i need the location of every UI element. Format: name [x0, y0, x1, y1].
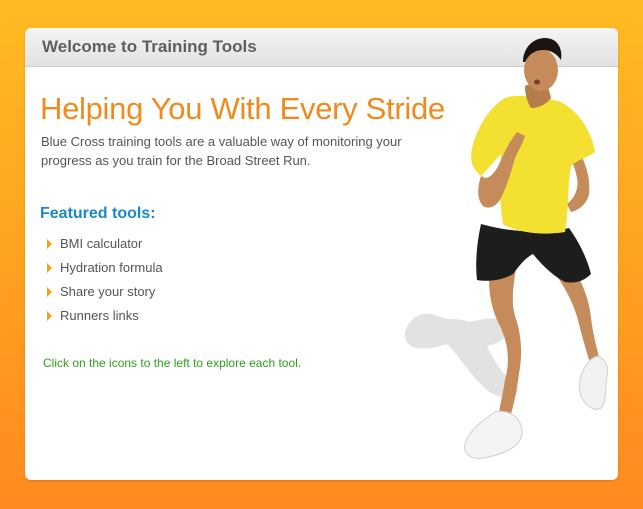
tool-item-runners-links: Runners links: [47, 304, 163, 328]
arrow-right-icon: [47, 287, 52, 297]
arrow-right-icon: [47, 263, 52, 273]
runner-front-shoe: [464, 410, 523, 459]
arrow-right-icon: [47, 311, 52, 321]
tool-label: BMI calculator: [60, 236, 143, 251]
tool-label: Hydration formula: [60, 260, 163, 275]
tool-item-bmi-calculator: BMI calculator: [47, 232, 163, 256]
instruction-text: Click on the icons to the left to explor…: [43, 356, 302, 370]
panel-title: Welcome to Training Tools: [42, 37, 257, 56]
runner-mouth: [534, 79, 540, 85]
intro-text: Blue Cross training tools are a valuable…: [41, 134, 402, 168]
runner-photo: [404, 38, 608, 459]
featured-tools-list: BMI calculator Hydration formula Share y…: [47, 232, 163, 328]
featured-tools-heading: Featured tools:: [40, 205, 156, 222]
tool-item-share-your-story: Share your story: [47, 280, 163, 304]
tool-item-hydration-formula: Hydration formula: [47, 256, 163, 280]
tool-label: Share your story: [60, 284, 156, 299]
tool-label: Runners links: [60, 308, 139, 323]
runner-back-shoe: [578, 355, 608, 410]
welcome-panel: Welcome to Training Tools Helping You Wi…: [25, 28, 618, 480]
arrow-right-icon: [47, 239, 52, 249]
